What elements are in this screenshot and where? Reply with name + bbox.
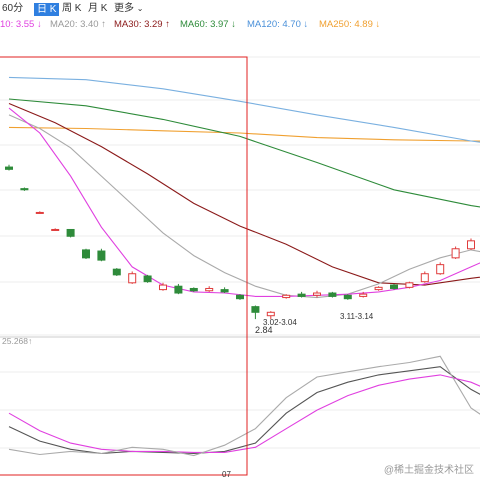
candle-body xyxy=(282,294,291,299)
candle-body xyxy=(451,248,460,259)
ma20-line xyxy=(8,114,480,299)
candle xyxy=(205,286,214,292)
candle-body xyxy=(313,292,321,296)
candle-body xyxy=(436,264,445,275)
kdj-d-line xyxy=(8,374,480,453)
candle-body xyxy=(97,250,106,261)
candle xyxy=(451,246,460,259)
candle xyxy=(143,274,152,283)
candle xyxy=(35,211,44,214)
indicator-label: 25.268↑ xyxy=(2,336,32,346)
candle-body xyxy=(359,293,368,297)
candle xyxy=(128,271,137,284)
ma250-line xyxy=(8,126,480,142)
moving-average-lines xyxy=(8,76,480,299)
range-label-2: 3.11-3.14 xyxy=(340,312,374,321)
candle-body xyxy=(236,294,244,300)
candle xyxy=(297,291,306,298)
candle-body xyxy=(174,285,183,294)
candle-body xyxy=(297,293,306,297)
candle-body xyxy=(112,268,121,276)
candle xyxy=(5,164,13,171)
candle-body xyxy=(5,166,13,170)
ma10-line xyxy=(8,107,480,297)
candle xyxy=(112,268,121,276)
candle-body xyxy=(420,273,429,283)
candle xyxy=(97,248,106,262)
candle-body xyxy=(328,292,337,297)
ma30-line xyxy=(8,102,480,286)
kdj-indicator xyxy=(8,355,480,457)
candlesticks xyxy=(5,164,475,320)
candle xyxy=(282,294,291,299)
candle xyxy=(220,287,229,294)
candle xyxy=(251,305,260,320)
candle-body xyxy=(251,306,260,313)
candle xyxy=(405,281,414,289)
candle xyxy=(343,294,352,300)
candle-body xyxy=(128,273,137,284)
candle xyxy=(374,286,383,291)
candle-body xyxy=(266,311,275,317)
candle xyxy=(390,283,398,290)
candle xyxy=(189,287,198,292)
candle-body xyxy=(159,284,167,291)
candle xyxy=(236,294,244,300)
candle-body xyxy=(51,228,60,231)
candle-body xyxy=(143,275,152,283)
candle xyxy=(174,283,183,295)
candle xyxy=(436,262,445,275)
candle-body xyxy=(220,289,229,293)
candle-body xyxy=(189,287,198,292)
candle-body xyxy=(82,249,90,259)
candle-body xyxy=(20,188,29,191)
candle-body xyxy=(343,294,352,300)
highlight-box xyxy=(0,56,248,476)
candle-body xyxy=(374,286,383,291)
candle-body xyxy=(35,211,44,214)
candle xyxy=(328,291,337,298)
candlestick-chart: 2.84 3.02-3.04 3.11-3.14 25.268↑ 07 xyxy=(0,56,480,479)
candle xyxy=(313,290,321,298)
candle-body xyxy=(390,284,398,289)
watermark: @稀土掘金技术社区 xyxy=(383,465,474,476)
ma60-line xyxy=(8,98,480,208)
candle xyxy=(66,228,75,238)
chart-grid xyxy=(0,56,480,449)
candle-body xyxy=(66,228,75,237)
candle-body xyxy=(205,287,214,292)
candle xyxy=(51,228,60,231)
range-label-1: 3.02-3.04 xyxy=(263,318,297,327)
date-label: 07 xyxy=(222,470,231,479)
candle xyxy=(467,238,475,250)
candle xyxy=(82,248,90,259)
candle-body xyxy=(405,282,414,288)
candle xyxy=(420,271,429,283)
candle-body xyxy=(467,240,475,250)
